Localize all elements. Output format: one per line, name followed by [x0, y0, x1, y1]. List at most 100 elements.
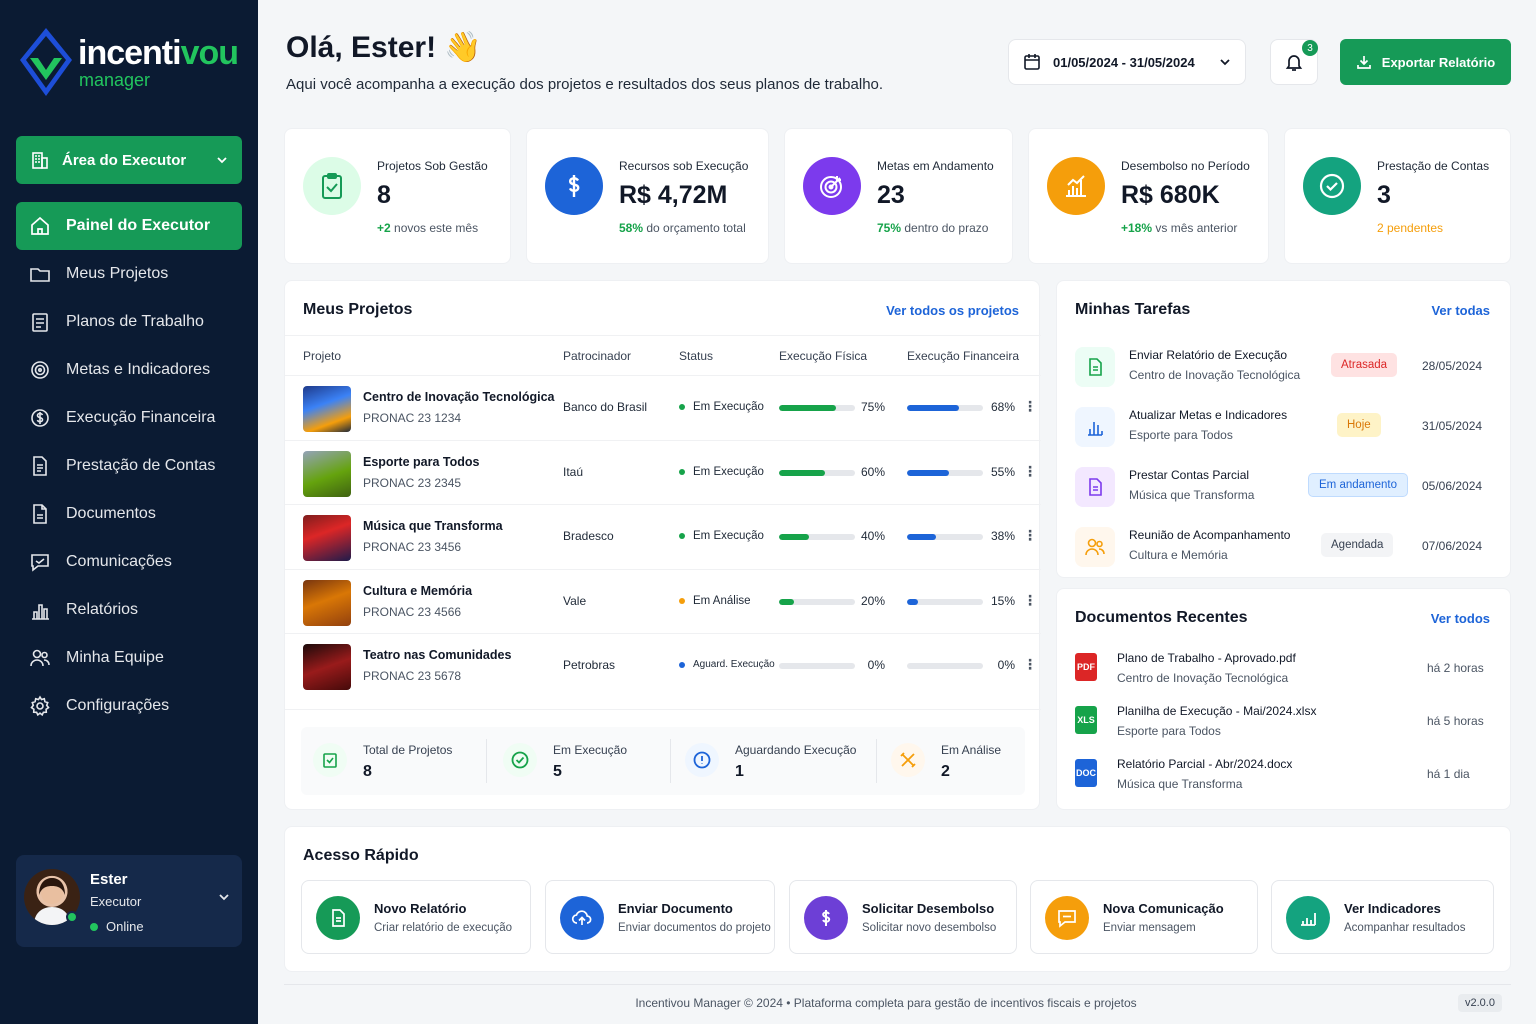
status-badge: Em andamento	[1308, 473, 1408, 497]
page-title: Olá, Ester! 👋	[286, 31, 482, 64]
kpi-value: 8	[377, 181, 391, 209]
document-project: Esporte para Todos	[1117, 724, 1221, 738]
chart-icon	[32, 604, 49, 620]
row-menu-icon[interactable]: ⋮	[1023, 656, 1037, 673]
kpi-card-projetos[interactable]: Projetos Sob Gestão 8 +2 novos este mês	[284, 128, 511, 264]
sidebar-item-relatorios[interactable]: Relatórios	[16, 586, 242, 634]
task-date: 31/05/2024	[1422, 419, 1483, 433]
kpi-card-prestacao[interactable]: Prestação de Contas 3 2 pendentes	[1284, 128, 1511, 264]
project-code: PRONAC 23 2345	[363, 475, 462, 490]
table-row[interactable]: Centro de Inovação Tecnológica PRONAC 23…	[285, 375, 1041, 439]
column-header[interactable]: Execução Financeira	[907, 349, 1019, 363]
quick-subtitle: Enviar documentos do projeto	[618, 922, 771, 934]
financial-progress-bar	[907, 598, 983, 605]
table-row[interactable]: Cultura e Memória PRONAC 23 4566 Vale Em…	[285, 568, 1041, 633]
financial-progress-fill	[907, 405, 959, 411]
column-header[interactable]: Execução Física	[779, 349, 867, 363]
task-item[interactable]: Prestar Contas Parcial Música que Transf…	[1057, 459, 1511, 519]
physical-progress-bar	[779, 469, 855, 476]
sidebar-item-configuracoes[interactable]: Configurações	[16, 682, 242, 730]
kpi-card-metas[interactable]: Metas em Andamento 23 75% dentro do praz…	[784, 128, 1013, 264]
view-all-projects-link[interactable]: Ver todos os projetos	[886, 303, 1019, 318]
quick-enviar-documento[interactable]: Enviar Documento Enviar documentos do pr…	[545, 880, 775, 954]
physical-progress-bar	[779, 534, 855, 540]
bar-chart-icon	[1047, 157, 1105, 215]
users-icon	[30, 649, 50, 667]
table-row[interactable]: Esporte para Todos PRONAC 23 2345 Itaú E…	[285, 439, 1041, 504]
view-all-tasks-link[interactable]: Ver todas	[1431, 303, 1490, 318]
row-menu-icon[interactable]: ⋮	[1023, 527, 1037, 544]
project-name: Teatro nas Comunidades	[363, 648, 512, 662]
quick-title: Solicitar Desembolso	[862, 901, 995, 916]
physical-progress-bar	[779, 405, 855, 411]
projects-title: Meus Projetos	[303, 301, 413, 318]
summary-label: Total de Projetos	[363, 743, 453, 757]
user-name: Ester	[90, 871, 128, 888]
bell-icon	[1285, 55, 1303, 71]
column-header[interactable]: Patrocinador	[563, 349, 631, 363]
financial-progress-bar	[907, 663, 983, 669]
sidebar-item-planos[interactable]: Planos de Trabalho	[16, 298, 242, 346]
user-card[interactable]: Ester Executor Online	[16, 855, 242, 947]
financial-progress-fill	[907, 598, 919, 605]
sidebar-item-label: Minha Equipe	[66, 649, 164, 666]
column-header[interactable]: Projeto	[303, 349, 341, 363]
row-menu-icon[interactable]: ⋮	[1023, 592, 1037, 609]
quick-novo-relatorio[interactable]: Novo Relatório Criar relatório de execuç…	[301, 880, 531, 954]
document-project: Música que Transforma	[1117, 777, 1243, 791]
quick-title: Enviar Documento	[618, 901, 733, 916]
task-item[interactable]: Enviar Relatório de Execução Centro de I…	[1057, 339, 1511, 399]
target-icon	[31, 361, 49, 379]
bar-chart-icon	[1075, 407, 1115, 447]
kpi-card-recursos[interactable]: Recursos sob Execução R$ 4,72M 58% do or…	[526, 128, 769, 264]
sidebar-item-financeira[interactable]: Execução Financeira	[16, 394, 242, 442]
view-all-documents-link[interactable]: Ver todos	[1431, 611, 1490, 626]
sidebar-item-comunicacoes[interactable]: Comunicações	[16, 538, 242, 586]
sidebar-item-painel[interactable]: Painel do Executor	[16, 202, 242, 250]
project-code: PRONAC 23 1234	[363, 411, 462, 425]
kpi-value: 3	[1377, 181, 1391, 209]
project-code: PRONAC 23 5678	[363, 669, 462, 683]
task-item[interactable]: Atualizar Metas e Indicadores Esporte pa…	[1057, 399, 1511, 459]
sidebar-item-projetos[interactable]: Meus Projetos	[16, 250, 242, 298]
task-date: 28/05/2024	[1422, 359, 1483, 373]
task-item[interactable]: Reunião de Acompanhamento Cultura e Memó…	[1057, 519, 1511, 579]
brand-sub: manager	[79, 70, 151, 90]
date-range-picker[interactable]: 01/05/2024 - 31/05/2024	[1008, 39, 1246, 85]
table-row[interactable]: Teatro nas Comunidades PRONAC 23 5678 Pe…	[285, 633, 1041, 697]
sidebar-item-label: Execução Financeira	[66, 409, 216, 426]
quick-solicitar-desembolso[interactable]: Solicitar Desembolso Solicitar novo dese…	[789, 880, 1017, 954]
brand-name: incentivou	[78, 34, 239, 72]
document-item[interactable]: PDF Plano de Trabalho - Aprovado.pdf Cen…	[1057, 647, 1511, 699]
summary-analise: Em Análise 2	[879, 727, 1025, 795]
summary-aguardando: Aguardando Execução 1	[673, 727, 877, 795]
project-status: Em Execução	[679, 401, 764, 413]
physical-progress-fill	[779, 598, 795, 605]
sidebar-item-metas[interactable]: Metas e Indicadores	[16, 346, 242, 394]
sidebar-item-documentos[interactable]: Documentos	[16, 490, 242, 538]
status-dot	[679, 468, 685, 475]
quick-nova-comunicacao[interactable]: Nova Comunicação Enviar mensagem	[1030, 880, 1258, 954]
clipboard-icon	[32, 313, 48, 332]
project-status: Em Análise	[679, 595, 751, 607]
project-status: Em Execução	[679, 466, 764, 478]
document-icon	[1075, 467, 1115, 507]
document-item[interactable]: XLS Planilha de Execução - Mai/2024.xlsx…	[1057, 700, 1511, 752]
row-menu-icon[interactable]: ⋮	[1023, 398, 1037, 415]
sidebar-item-prestacao[interactable]: Prestação de Contas	[16, 442, 242, 490]
physical-progress-value: 20%	[860, 593, 885, 608]
quick-ver-indicadores[interactable]: Ver Indicadores Acompanhar resultados	[1271, 880, 1494, 954]
chat-icon	[31, 554, 49, 572]
table-row[interactable]: Música que Transforma PRONAC 23 3456 Bra…	[285, 504, 1041, 568]
export-report-button[interactable]: Exportar Relatório	[1340, 39, 1511, 85]
column-header[interactable]: Status	[679, 349, 713, 363]
status-dot	[679, 661, 685, 668]
file-icon	[33, 504, 47, 524]
area-selector[interactable]: Área do Executor	[16, 136, 242, 184]
kpi-card-desembolso[interactable]: Desembolso no Período R$ 680K +18% vs mê…	[1028, 128, 1269, 264]
document-item[interactable]: DOC Relatório Parcial - Abr/2024.docx Mú…	[1057, 753, 1511, 805]
row-menu-icon[interactable]: ⋮	[1023, 463, 1037, 480]
sidebar-item-equipe[interactable]: Minha Equipe	[16, 634, 242, 682]
logo-mark-icon	[20, 28, 72, 96]
brand-logo[interactable]: incentivou manager	[18, 26, 248, 98]
